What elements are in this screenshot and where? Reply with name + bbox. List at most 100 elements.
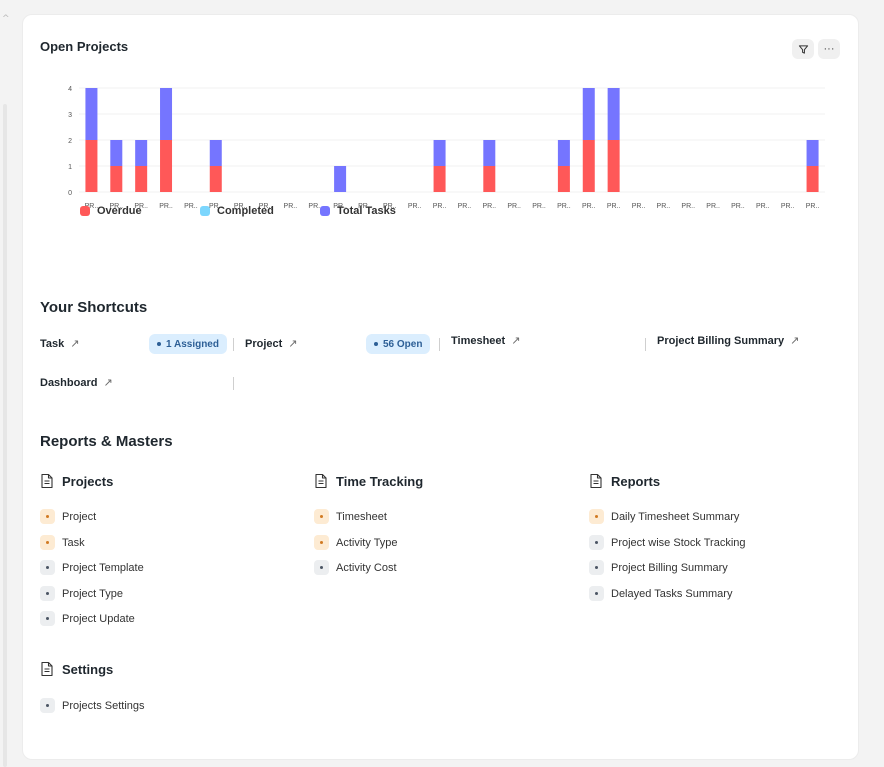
bar-total-tasks[interactable]	[582, 88, 595, 140]
x-tick-label: PR..	[632, 203, 646, 210]
bar-total-tasks[interactable]	[110, 140, 123, 166]
link-projects-settings[interactable]: Projects Settings	[40, 698, 145, 713]
left-scrollbar[interactable]: ^	[0, 0, 10, 767]
document-icon	[41, 661, 53, 677]
link-project-wise-stock-tracking[interactable]: Project wise Stock Tracking	[589, 535, 746, 550]
x-tick-label: PR..	[657, 203, 671, 210]
bar-total-tasks[interactable]	[483, 140, 496, 166]
bar-overdue[interactable]	[209, 166, 222, 192]
legend-item-completed[interactable]: Completed	[200, 205, 274, 217]
shortcut-timesheet-label: Timesheet	[451, 334, 506, 347]
bar-overdue[interactable]	[135, 166, 148, 192]
x-tick-label: PR..	[607, 203, 621, 210]
shortcut-project-billing-summary[interactable]: Project Billing Summary ↗	[657, 334, 799, 347]
x-tick-label: PR..	[284, 203, 298, 210]
filter-icon	[798, 44, 808, 54]
column-settings-heading: Settings	[40, 661, 113, 677]
shortcut-dashboard[interactable]: Dashboard ↗	[40, 376, 113, 389]
bar-overdue[interactable]	[483, 166, 496, 192]
bar-total-tasks[interactable]	[806, 140, 819, 166]
project-badge-label: 56 Open	[383, 338, 423, 350]
bullet-icon	[589, 586, 604, 601]
x-tick-label: PR..	[681, 203, 695, 210]
shortcut-project-label: Project	[245, 337, 283, 350]
y-tick-label: 0	[68, 190, 72, 197]
bar-total-tasks[interactable]	[160, 88, 173, 140]
bar-overdue[interactable]	[607, 140, 620, 192]
reports-masters-title: Reports & Masters	[40, 433, 173, 450]
y-tick-label: 3	[68, 112, 72, 119]
link-label: Task	[62, 536, 85, 549]
link-task[interactable]: Task	[40, 535, 85, 550]
link-label: Project Type	[62, 587, 123, 600]
badge-dot-icon	[157, 342, 161, 346]
bar-overdue[interactable]	[557, 166, 570, 192]
more-horizontal-icon: ···	[823, 43, 835, 55]
bullet-icon	[589, 535, 604, 550]
x-tick-label: PR..	[781, 203, 795, 210]
bullet-icon	[40, 560, 55, 575]
bar-total-tasks[interactable]	[209, 140, 222, 166]
bullet-icon	[314, 535, 329, 550]
link-label: Activity Cost	[336, 561, 397, 574]
bar-total-tasks[interactable]	[135, 140, 148, 166]
more-options-button[interactable]: ···	[818, 39, 840, 59]
bar-overdue[interactable]	[433, 166, 446, 192]
bullet-icon	[40, 611, 55, 626]
link-activity-cost[interactable]: Activity Cost	[314, 560, 397, 575]
link-project-type[interactable]: Project Type	[40, 586, 123, 601]
bar-overdue[interactable]	[85, 140, 98, 192]
bar-overdue[interactable]	[582, 140, 595, 192]
column-reports-title: Reports	[611, 473, 661, 489]
shortcut-timesheet[interactable]: Timesheet ↗	[451, 334, 520, 347]
x-tick-label: PR..	[482, 203, 496, 210]
shortcut-divider	[439, 338, 440, 351]
bar-total-tasks[interactable]	[557, 140, 570, 166]
task-assigned-badge[interactable]: 1 Assigned	[149, 334, 227, 354]
legend-label-overdue: Overdue	[97, 205, 142, 217]
arrow-up-right-icon: ↗	[511, 334, 521, 347]
legend-item-total-tasks[interactable]: Total Tasks	[320, 205, 396, 217]
bar-overdue[interactable]	[160, 140, 173, 192]
x-tick-label: PR..	[582, 203, 596, 210]
shortcut-divider	[645, 338, 646, 351]
link-label: Activity Type	[336, 536, 398, 549]
chart-title: Open Projects	[40, 39, 129, 54]
bar-total-tasks[interactable]	[334, 166, 347, 192]
link-delayed-tasks-summary[interactable]: Delayed Tasks Summary	[589, 586, 732, 601]
scroll-up-caret-icon[interactable]: ^	[2, 14, 10, 24]
bar-total-tasks[interactable]	[433, 140, 446, 166]
link-timesheet[interactable]: Timesheet	[314, 509, 387, 524]
link-project[interactable]: Project	[40, 509, 96, 524]
bar-overdue[interactable]	[806, 166, 819, 192]
x-tick-label: PR..	[756, 203, 770, 210]
shortcut-task[interactable]: Task ↗	[40, 337, 79, 350]
link-label: Daily Timesheet Summary	[611, 510, 740, 523]
filter-button[interactable]	[792, 39, 814, 59]
link-project-template[interactable]: Project Template	[40, 560, 144, 575]
x-tick-label: PR..	[532, 203, 546, 210]
x-tick-label: PR..	[507, 203, 521, 210]
scrollbar-track[interactable]	[3, 104, 7, 767]
shortcut-project[interactable]: Project ↗	[245, 337, 298, 350]
link-project-update[interactable]: Project Update	[40, 611, 135, 626]
x-tick-label: PR..	[408, 203, 422, 210]
legend-label-completed: Completed	[217, 205, 274, 217]
bar-total-tasks[interactable]	[607, 88, 620, 140]
column-settings-title: Settings	[62, 661, 114, 677]
y-tick-label: 4	[68, 86, 72, 93]
bullet-icon	[589, 509, 604, 524]
bar-total-tasks[interactable]	[85, 88, 98, 140]
arrow-up-right-icon: ↗	[103, 376, 113, 389]
link-project-billing-summary[interactable]: Project Billing Summary	[589, 560, 728, 575]
project-open-badge[interactable]: 56 Open	[366, 334, 431, 354]
bullet-icon	[40, 698, 55, 713]
legend-swatch-completed	[200, 206, 210, 216]
link-label: Timesheet	[336, 510, 387, 523]
link-daily-timesheet-summary[interactable]: Daily Timesheet Summary	[589, 509, 739, 524]
arrow-up-right-icon: ↗	[288, 337, 298, 350]
link-activity-type[interactable]: Activity Type	[314, 535, 398, 550]
link-label: Project Template	[62, 561, 144, 574]
legend-item-overdue[interactable]: Overdue	[80, 205, 142, 217]
bar-overdue[interactable]	[110, 166, 123, 192]
